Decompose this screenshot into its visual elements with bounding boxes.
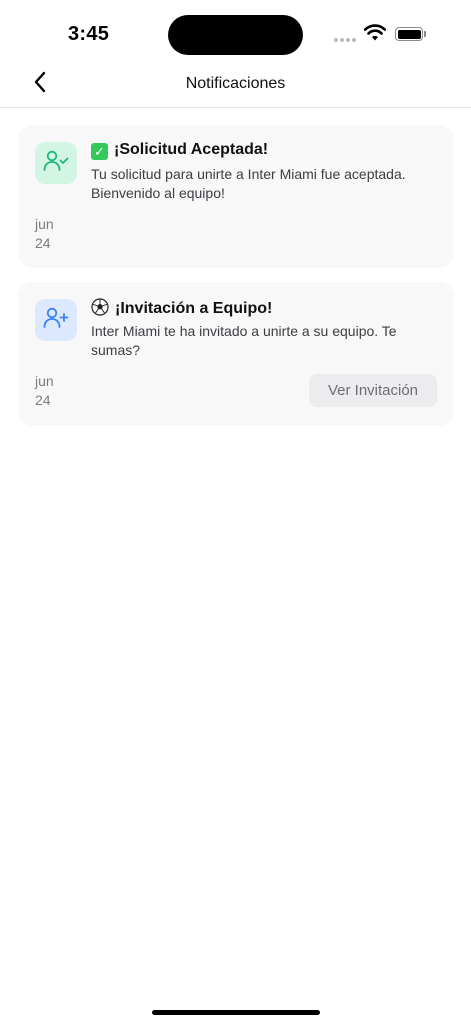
battery-icon [395, 27, 423, 41]
home-indicator[interactable] [152, 1010, 320, 1015]
user-check-icon [43, 149, 69, 178]
notification-title: ¡Invitación a Equipo! [91, 298, 272, 321]
notification-date: jun 24 [35, 215, 75, 253]
notification-title-text: ¡Invitación a Equipo! [115, 300, 273, 317]
notification-icon-box [35, 299, 77, 341]
page-title: Notificaciones [185, 75, 286, 92]
notification-title: ✓ ¡Solicitud Aceptada! [91, 141, 268, 160]
date-day: 24 [35, 392, 51, 408]
notification-message: Inter Miami te ha invitado a unirte a su… [91, 323, 397, 358]
notification-date: jun 24 [35, 372, 75, 410]
soccer-ball-emoji-icon [91, 298, 109, 321]
status-bar: 3:45 [0, 0, 471, 60]
date-day: 24 [35, 235, 51, 251]
dynamic-island [168, 15, 303, 55]
check-mark-emoji-icon: ✓ [91, 143, 108, 160]
navigation-bar: Notificaciones [0, 60, 471, 108]
view-invitation-button[interactable]: Ver Invitación [309, 374, 437, 407]
cellular-signal-icon [334, 38, 356, 42]
user-plus-icon [43, 306, 69, 335]
wifi-icon [363, 24, 387, 47]
notification-message: Tu solicitud para unirte a Inter Miami f… [91, 166, 406, 201]
notification-card[interactable]: ¡Invitación a Equipo! Inter Miami te ha … [18, 282, 454, 426]
notification-list: ✓ ¡Solicitud Aceptada! Tu solicitud para … [18, 125, 454, 440]
notification-title-text: ¡Solicitud Aceptada! [114, 141, 269, 158]
notification-icon-box [35, 142, 77, 184]
notification-card[interactable]: ✓ ¡Solicitud Aceptada! Tu solicitud para … [18, 125, 454, 268]
date-month: jun [35, 216, 54, 232]
battery-tip [424, 31, 426, 37]
date-month: jun [35, 373, 54, 389]
status-time: 3:45 [68, 23, 110, 45]
